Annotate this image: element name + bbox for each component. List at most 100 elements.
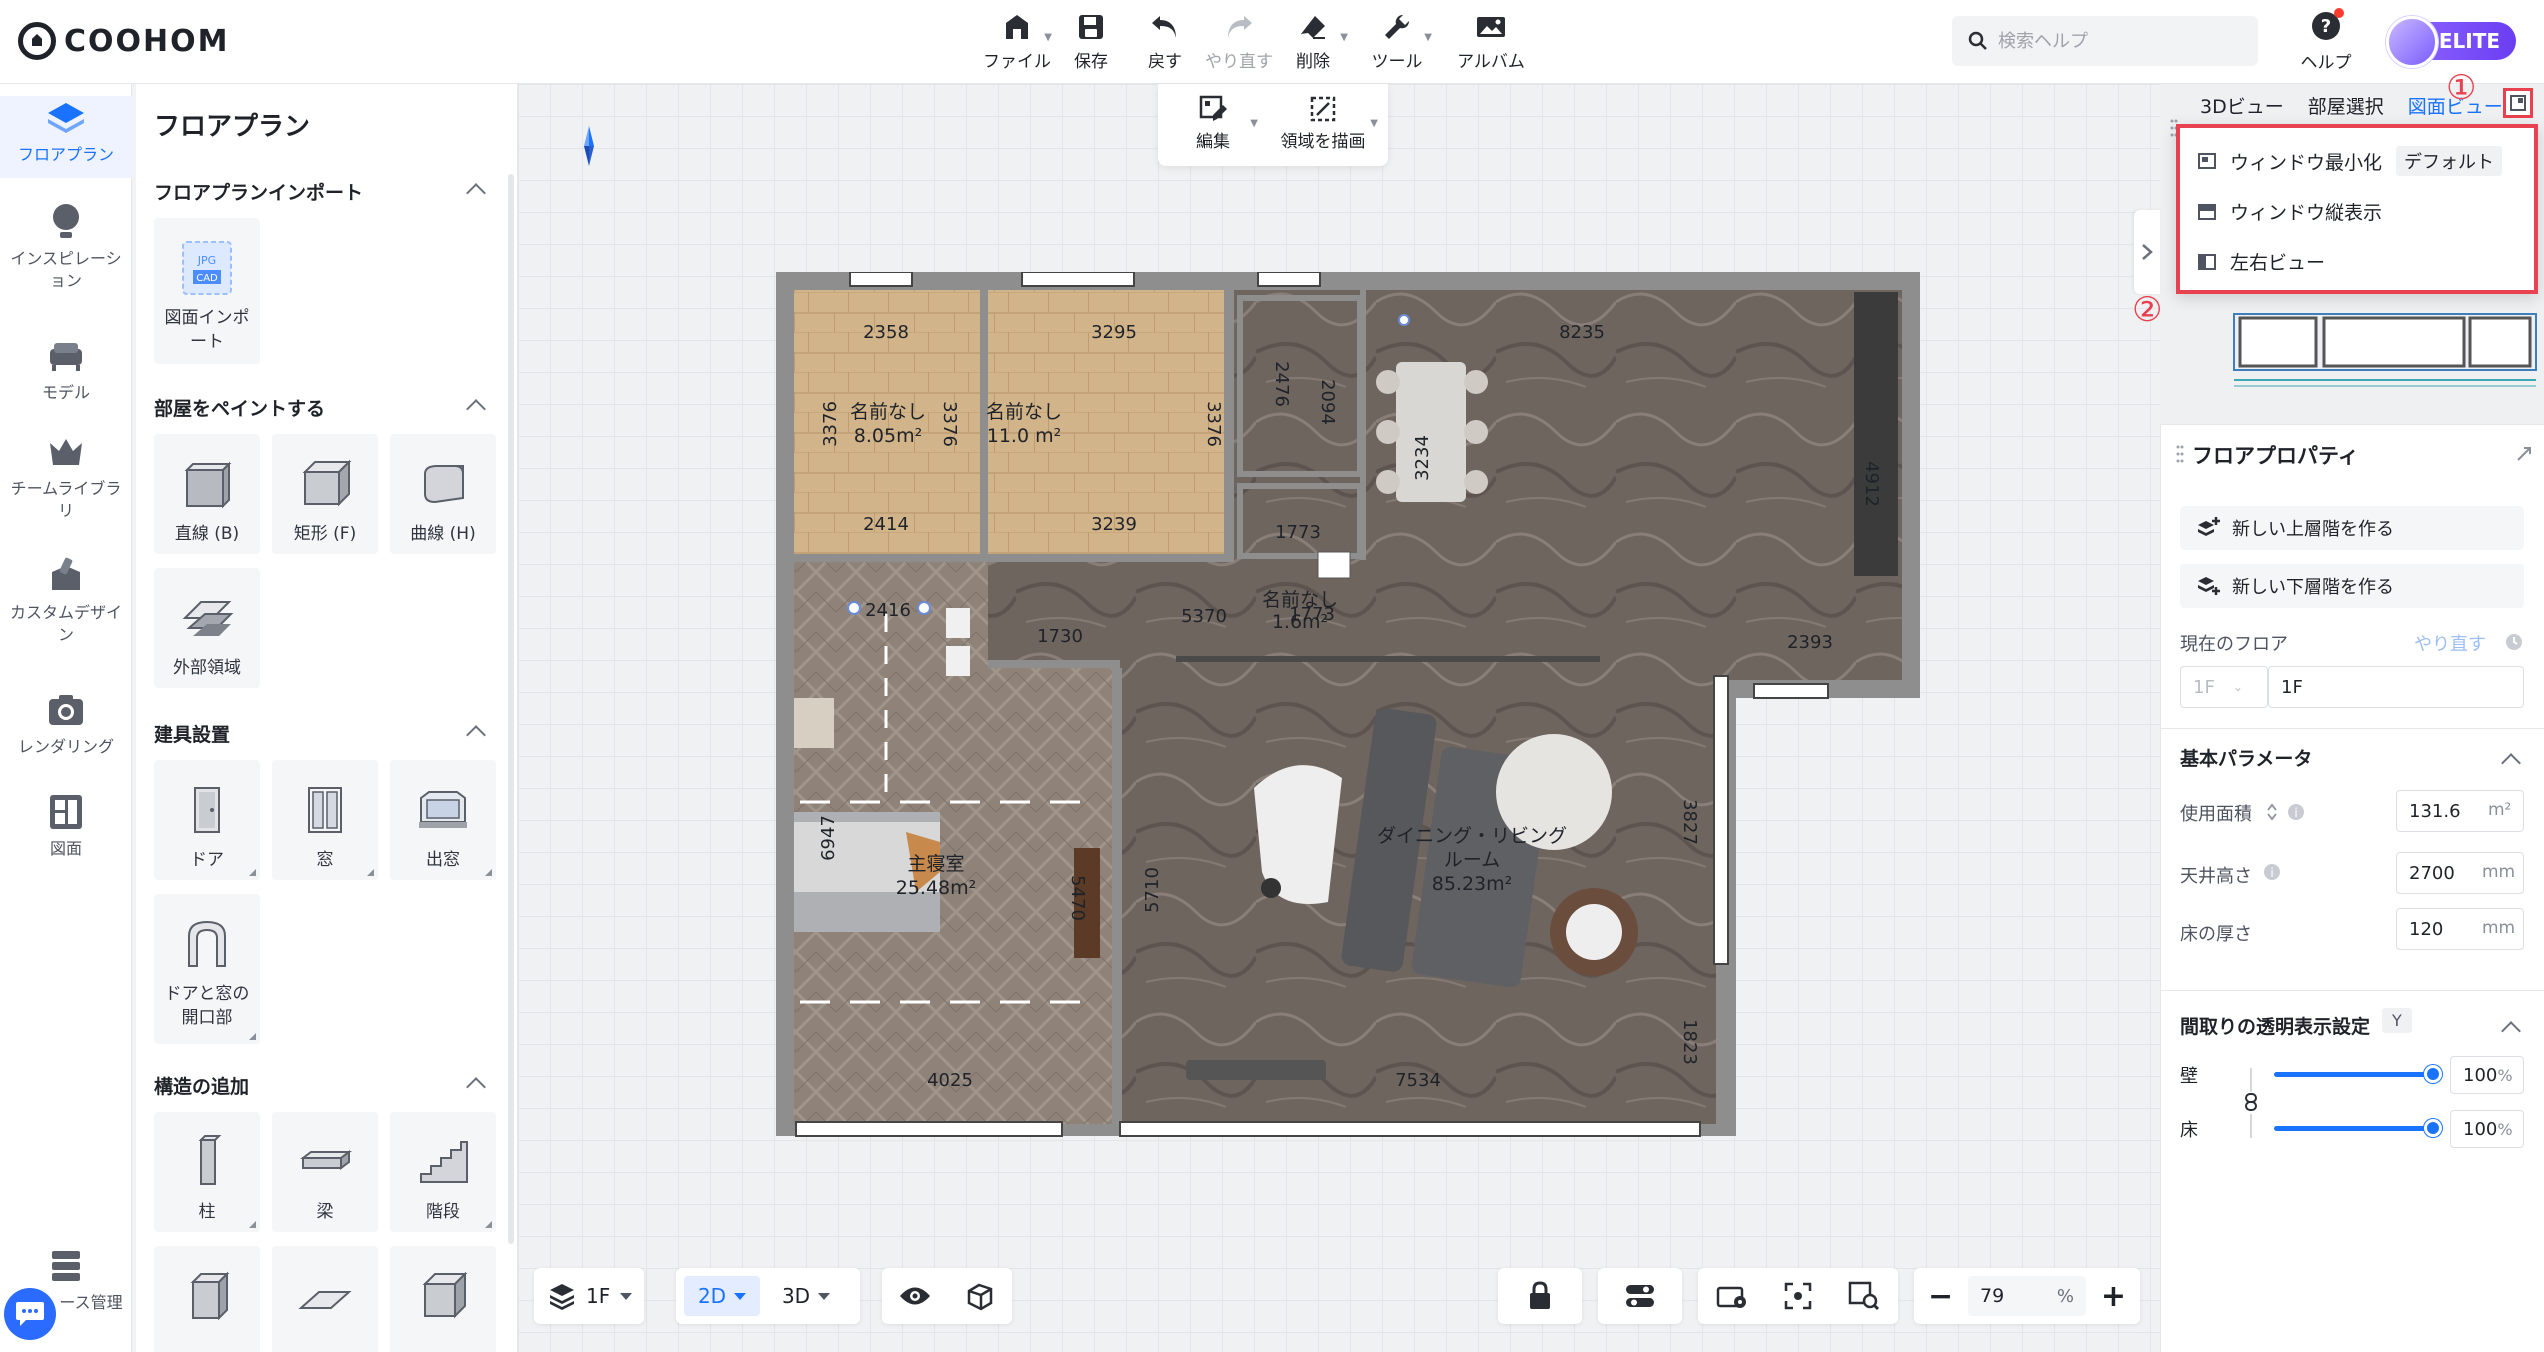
draw-area-label: 領域を描画 xyxy=(1280,132,1366,152)
tile-bay-window[interactable]: 出窓 xyxy=(390,760,496,880)
slider-track xyxy=(2274,1072,2434,1077)
tile-outer-area[interactable]: 外部領域 xyxy=(154,568,260,688)
divider xyxy=(2160,424,2544,425)
edit-button[interactable]: 編集 ▼ xyxy=(1168,95,1258,152)
redo-button[interactable]: やり直す xyxy=(1202,10,1276,72)
collapse-panel-button[interactable] xyxy=(2134,210,2160,294)
view-mode-dropdown: ウィンドウ最小化 デフォルト ウィンドウ縦表示 左右ビュー xyxy=(2176,124,2538,294)
zoom-input[interactable]: 79 % xyxy=(1968,1276,2086,1316)
tile-curve[interactable]: 曲線 (H) xyxy=(390,434,496,554)
floor-plan[interactable]: 2358 3295 8235 3376 3376 3376 2414 3239 … xyxy=(776,272,2000,1212)
floor-selector[interactable]: 1F xyxy=(534,1268,644,1324)
draw-area-button[interactable]: 領域を描画 ▼ xyxy=(1278,96,1378,152)
tile-structure-more-2[interactable] xyxy=(272,1246,378,1352)
chat-button[interactable] xyxy=(4,1288,56,1340)
settings-toggle-button[interactable] xyxy=(1598,1268,1682,1324)
tile-stairs[interactable]: 階段 xyxy=(390,1112,496,1232)
dim-label: 6947 xyxy=(818,815,839,861)
dim-label: 5370 xyxy=(1181,606,1227,627)
undo-button[interactable]: 戻す xyxy=(1128,10,1202,72)
tile-opening[interactable]: ドアと窓の開口部 xyxy=(154,894,260,1044)
floor-opacity-input[interactable]: 100 % xyxy=(2450,1110,2524,1148)
fit-view-icon[interactable] xyxy=(1784,1282,1812,1310)
help-button[interactable]: ? ヘルプ xyxy=(2286,8,2366,73)
zoom-out-button[interactable]: − xyxy=(1928,1279,1953,1314)
menu-item-vertical[interactable]: ウィンドウ縦表示 xyxy=(2198,198,2382,225)
avatar[interactable] xyxy=(2386,16,2438,68)
tile-label: ドアと窓の開口部 xyxy=(164,984,250,1028)
lock-button[interactable] xyxy=(1498,1268,1582,1324)
slider-knob[interactable] xyxy=(2424,1065,2442,1083)
search-box[interactable] xyxy=(1952,16,2258,66)
tools-button[interactable]: ツール ▼ xyxy=(1360,10,1434,72)
mode-2d-button[interactable]: 2D xyxy=(684,1276,760,1316)
chevron-up-icon[interactable] xyxy=(466,725,486,745)
file-button[interactable]: ファイル ▼ xyxy=(980,10,1054,72)
cube-icon[interactable] xyxy=(965,1281,995,1311)
rail-item-custom-design[interactable]: カスタムデザイン xyxy=(0,554,132,646)
camera-settings-icon[interactable] xyxy=(1716,1282,1748,1310)
mode-3d-button[interactable]: 3D xyxy=(768,1276,844,1316)
tile-door[interactable]: ドア xyxy=(154,760,260,880)
tile-rectangle[interactable]: 矩形 (F) xyxy=(272,434,378,554)
dim-label: 1823 xyxy=(1679,1019,1700,1065)
coohom-logo-icon xyxy=(18,22,56,60)
dim-label: 3376 xyxy=(1203,401,1224,447)
rail-item-inspiration[interactable]: インスピレーション xyxy=(0,200,132,292)
chevron-up-icon[interactable] xyxy=(466,399,486,419)
tile-structure-more-1[interactable] xyxy=(154,1246,260,1352)
floor-opacity-slider[interactable] xyxy=(2274,1116,2442,1140)
zoom-area-icon[interactable] xyxy=(1848,1281,1880,1311)
rail-item-drawing[interactable]: 図面 xyxy=(0,790,132,860)
menu-item-side-by-side[interactable]: 左右ビュー xyxy=(2198,248,2325,275)
chevron-up-icon[interactable] xyxy=(466,1077,486,1097)
slider-knob[interactable] xyxy=(2424,1119,2442,1137)
new-upper-floor-label: 新しい上層階を作る xyxy=(2232,519,2394,540)
tile-structure-more-3[interactable] xyxy=(390,1246,496,1352)
logo[interactable]: COOHOM xyxy=(18,22,230,60)
rail-item-rendering[interactable]: レンダリング xyxy=(0,688,132,758)
view-mode-menu-button[interactable] xyxy=(2503,88,2533,118)
new-lower-floor-button[interactable]: 新しい下層階を作る xyxy=(2180,564,2524,608)
expand-icon[interactable] xyxy=(2516,446,2532,462)
tile-label: ドア xyxy=(190,850,224,870)
design-canvas[interactable]: 編集 ▼ 領域を描画 ▼ 2358 3295 8235 3376 3376 33… xyxy=(518,84,2160,1352)
link-icon[interactable] xyxy=(2244,1068,2258,1138)
rail-item-floorplan[interactable]: フロアプラン xyxy=(0,96,132,178)
rectangle-room-icon xyxy=(293,452,357,516)
wall-opacity-slider[interactable] xyxy=(2274,1062,2442,1086)
expand-corner-icon xyxy=(249,1221,256,1228)
tile-beam[interactable]: 梁 xyxy=(272,1112,378,1232)
svg-text:CAD: CAD xyxy=(196,273,218,284)
floor-select[interactable]: 1F ⌄ xyxy=(2180,666,2268,708)
redo-link[interactable]: やり直す xyxy=(2414,630,2486,656)
save-button[interactable]: 保存 xyxy=(1054,10,1128,72)
floor-name-input[interactable]: 1F xyxy=(2268,666,2524,708)
model-icon xyxy=(44,334,88,378)
display-toggles xyxy=(882,1268,1012,1324)
tile-column[interactable]: 柱 xyxy=(154,1112,260,1232)
minimap-plan[interactable] xyxy=(2230,300,2540,400)
album-button[interactable]: アルバム xyxy=(1454,10,1528,72)
zoom-in-button[interactable]: + xyxy=(2101,1279,2126,1314)
panel-scrollbar[interactable] xyxy=(508,174,514,1244)
tab-room-select[interactable]: 部屋選択 xyxy=(2308,92,2384,119)
edit-toolbar: 編集 ▼ 領域を描画 ▼ xyxy=(1158,84,1388,166)
shortcut-key-badge: Y xyxy=(2382,1008,2412,1033)
tab-3d-view[interactable]: 3Dビュー xyxy=(2200,92,2284,119)
rail-item-model[interactable]: モデル xyxy=(0,334,132,404)
rail-item-team-library[interactable]: チームライブラリ xyxy=(0,430,132,522)
menu-item-minimize[interactable]: ウィンドウ最小化 デフォルト xyxy=(2198,146,2503,176)
drag-handle-icon[interactable] xyxy=(2176,444,2184,464)
eye-icon[interactable] xyxy=(899,1285,931,1307)
tile-window[interactable]: 窓 xyxy=(272,760,378,880)
search-input[interactable] xyxy=(1998,30,2238,52)
new-upper-floor-button[interactable]: 新しい上層階を作る xyxy=(2180,506,2524,550)
delete-button[interactable]: 削除 ▼ xyxy=(1276,10,1350,72)
tile-straight[interactable]: 直線 (B) xyxy=(154,434,260,554)
zoom-value: 79 xyxy=(1980,1285,2005,1307)
wall-opacity-input[interactable]: 100 % xyxy=(2450,1056,2524,1094)
tile-drawing-import[interactable]: JPG CAD 図面インポート xyxy=(154,218,260,364)
room-area: 11.0 m² xyxy=(987,425,1061,447)
chevron-up-icon[interactable] xyxy=(466,183,486,203)
